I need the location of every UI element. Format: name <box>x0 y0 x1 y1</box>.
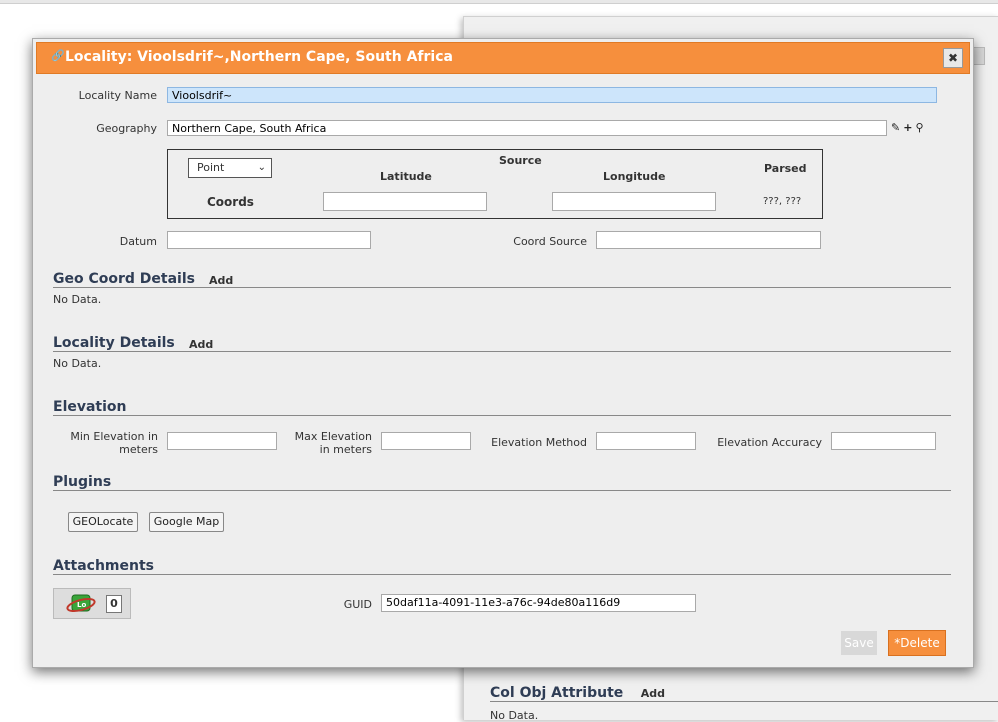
latitude-header: Latitude <box>380 170 432 183</box>
add-icon[interactable]: + <box>903 121 912 134</box>
longitude-header: Longitude <box>603 170 666 183</box>
locality-name-label: Locality Name <box>78 89 157 102</box>
edit-icon[interactable]: ✎ <box>891 121 900 134</box>
locality-dialog: 🔗 Locality: Vioolsdrif~,Northern Cape, S… <box>32 38 974 668</box>
coord-type-select[interactable]: Point ⌄ <box>188 158 272 178</box>
min-elevation-label: Min Elevation in meters <box>53 430 158 456</box>
search-icon[interactable]: ⚲ <box>915 121 923 134</box>
max-elevation-label-line2: in meters <box>319 443 372 456</box>
save-button[interactable]: Save <box>841 631 877 655</box>
locality-details-add-link[interactable]: Add <box>189 338 213 351</box>
coords-row-label: Coords <box>207 195 254 209</box>
max-elevation-label: Max Elevation in meters <box>283 430 372 456</box>
locality-details-no-data: No Data. <box>53 357 102 370</box>
col-obj-attribute-no-data: No Data. <box>490 709 539 722</box>
geolocate-button[interactable]: GEOLocate <box>68 512 138 532</box>
geo-coord-details-add-link[interactable]: Add <box>209 274 233 287</box>
min-elevation-label-line1: Min Elevation in <box>70 430 158 443</box>
geography-tools: ✎ + ⚲ <box>891 121 927 134</box>
min-elevation-label-line2: meters <box>119 443 158 456</box>
coord-source-label: Coord Source <box>513 235 587 248</box>
col-obj-attribute-section-header: Col Obj Attribute Add <box>490 685 998 702</box>
locality-details-title: Locality Details <box>53 335 175 351</box>
attachments-header: Attachments <box>53 556 951 575</box>
datum-input[interactable] <box>167 231 371 249</box>
max-elevation-label-line1: Max Elevation <box>294 430 372 443</box>
min-elevation-input[interactable] <box>167 432 277 450</box>
longitude-input[interactable] <box>552 192 716 211</box>
google-map-button[interactable]: Google Map <box>149 512 224 532</box>
geography-label: Geography <box>96 122 157 135</box>
chevron-down-icon: ⌄ <box>257 162 266 173</box>
parsed-header: Parsed <box>764 162 807 175</box>
col-obj-attribute-add-link[interactable]: Add <box>641 687 665 700</box>
dialog-titlebar[interactable]: 🔗 Locality: Vioolsdrif~,Northern Cape, S… <box>36 42 970 74</box>
link-icon: 🔗 <box>51 49 65 62</box>
elevation-title: Elevation <box>53 399 127 415</box>
dialog-title: Locality: Vioolsdrif~,Northern Cape, Sou… <box>65 49 453 65</box>
datum-label: Datum <box>119 235 157 248</box>
elevation-header: Elevation <box>53 397 951 416</box>
col-obj-attribute-title: Col Obj Attribute <box>490 685 624 701</box>
max-elevation-input[interactable] <box>381 432 471 450</box>
geo-coord-details-no-data: No Data. <box>53 293 102 306</box>
geo-coord-details-header: Geo Coord Details Add <box>53 269 951 288</box>
elevation-method-input[interactable] <box>596 432 696 450</box>
delete-button[interactable]: *Delete <box>888 630 946 656</box>
attachment-count: 0 <box>106 595 122 613</box>
latitude-input[interactable] <box>323 192 487 211</box>
attachments-title: Attachments <box>53 558 155 574</box>
attachment-icon: Lo <box>66 594 96 613</box>
elevation-method-label: Elevation Method <box>491 436 587 449</box>
guid-input[interactable]: 50daf11a-4091-11e3-a76c-94de80a116d9 <box>381 594 696 612</box>
coord-source-input[interactable] <box>596 231 821 249</box>
guid-label: GUID <box>343 598 372 611</box>
attachments-button[interactable]: Lo 0 <box>53 588 131 619</box>
source-header: Source <box>499 154 542 167</box>
geography-input[interactable]: Northern Cape, South Africa <box>167 120 887 136</box>
coord-type-value: Point <box>197 161 225 174</box>
background-window-edge <box>0 0 998 4</box>
parsed-value: ???, ??? <box>763 196 802 207</box>
coordinates-panel: Point ⌄ Source Latitude Longitude Parsed… <box>167 149 823 219</box>
plugins-title: Plugins <box>53 474 112 490</box>
close-button[interactable]: ✖ <box>943 48 963 68</box>
locality-name-input[interactable]: Vioolsdrif~ <box>167 87 937 103</box>
geo-coord-details-title: Geo Coord Details <box>53 271 195 287</box>
elevation-accuracy-input[interactable] <box>831 432 936 450</box>
plugins-header: Plugins <box>53 472 951 491</box>
elevation-accuracy-label: Elevation Accuracy <box>717 436 822 449</box>
svg-text:Lo: Lo <box>77 601 86 609</box>
locality-details-header: Locality Details Add <box>53 333 951 352</box>
